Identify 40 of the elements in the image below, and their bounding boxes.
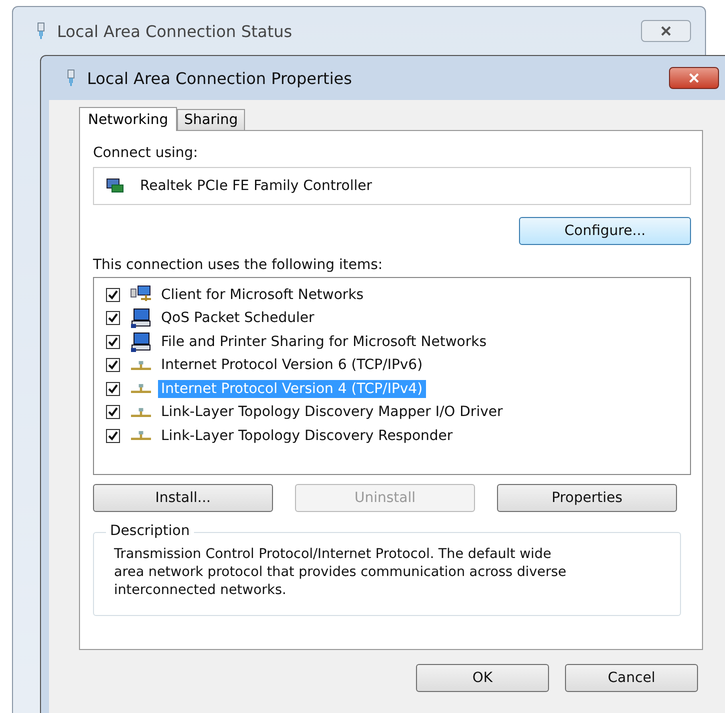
protocol-icon <box>131 384 151 394</box>
list-item[interactable]: Internet Protocol Version 6 (TCP/IPv6) <box>158 356 426 374</box>
checkbox[interactable] <box>106 428 120 443</box>
tab[interactable]: Sharing <box>177 109 245 130</box>
network-plug-icon <box>65 69 77 87</box>
checkbox[interactable] <box>106 311 120 326</box>
dialog-button[interactable]: OK <box>416 664 549 692</box>
protocol-icon <box>131 408 151 417</box>
checkbox[interactable] <box>106 382 120 396</box>
configure-button[interactable]: Configure... <box>519 217 691 245</box>
computer-icon <box>130 308 152 328</box>
list-item[interactable]: QoS Packet Scheduler <box>158 309 318 328</box>
checkbox[interactable] <box>106 405 120 420</box>
window-title: Local Area Connection Status <box>57 22 294 40</box>
list-item[interactable]: Link-Layer Topology Discovery Mapper I/O Driver <box>158 403 506 422</box>
action-button[interactable]: Install... <box>93 484 273 512</box>
protocol-icon <box>131 360 151 370</box>
action-button[interactable]: Properties <box>497 484 677 512</box>
checkbox[interactable] <box>106 334 120 349</box>
protocol-icon <box>131 431 151 440</box>
list-item[interactable]: File and Printer Sharing for Microsoft Networks <box>158 332 490 351</box>
close-button[interactable] <box>641 20 691 42</box>
list-item[interactable]: Client for Microsoft Networks <box>158 286 367 304</box>
close-icon <box>687 73 701 83</box>
description-text: Transmission Control Protocol/Internet Protocol. The default wide area network protocol that provides communication across diverse interconnected networks. <box>114 545 568 599</box>
connect-using-label: Connect using: <box>93 145 198 161</box>
dialog-button[interactable]: Cancel <box>565 664 698 692</box>
network-plug-icon <box>35 22 47 40</box>
close-button[interactable] <box>669 67 719 89</box>
group-title: Description <box>106 523 194 539</box>
list-item[interactable]: Link-Layer Topology Discovery Responder <box>158 426 456 445</box>
checkbox[interactable] <box>106 358 120 372</box>
tab[interactable]: Networking <box>79 107 178 131</box>
close-icon <box>659 26 673 36</box>
window-title: Local Area Connection Properties <box>87 68 353 88</box>
network-card-icon <box>106 177 124 195</box>
computer-icon <box>130 332 152 352</box>
adapter-field: Realtek PCIe FE Family Controller <box>93 167 691 205</box>
items-label: This connection uses the following items: <box>93 257 383 273</box>
checkbox[interactable] <box>106 288 120 302</box>
